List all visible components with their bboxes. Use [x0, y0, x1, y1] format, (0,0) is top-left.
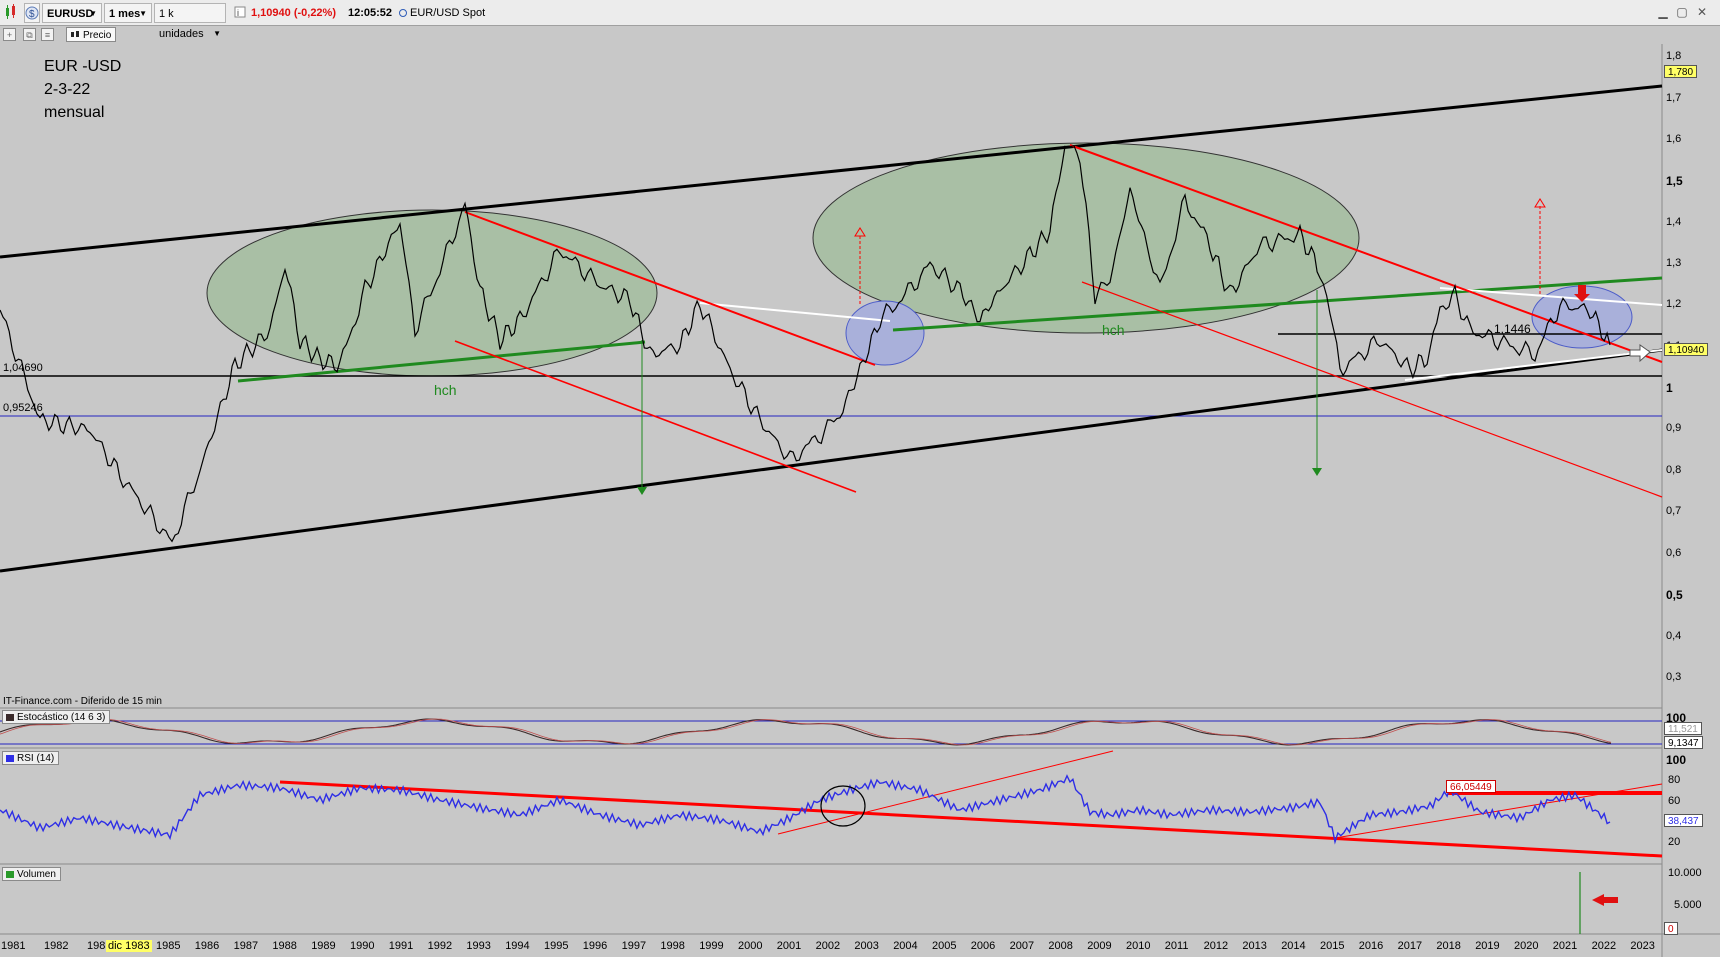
x-axis-label: 1985 — [156, 940, 181, 952]
price-y-label: 1 — [1666, 381, 1673, 395]
price-y-label: 1,4 — [1666, 216, 1682, 228]
price-y-label: 1,3 — [1666, 257, 1682, 269]
rsi-level-box: 66,05449 — [1446, 780, 1496, 793]
price-y-label: 1,6 — [1666, 133, 1682, 145]
x-axis-label: 1994 — [505, 940, 530, 952]
x-axis-label: 2001 — [776, 940, 802, 952]
rsi-title[interactable]: RSI (14) — [2, 751, 60, 765]
white-left-arrow-icon — [1629, 344, 1651, 363]
series-swatch-icon — [6, 755, 14, 762]
price-y-label: 1,8 — [1666, 50, 1682, 62]
price-y-label: 1,5 — [1666, 174, 1683, 188]
price-y-label: 1,2 — [1666, 298, 1682, 310]
current-price-box: 1,10940 — [1664, 343, 1709, 356]
red-left-arrow-icon — [1592, 894, 1618, 906]
stoch-hidden-box: 11,521 — [1664, 722, 1702, 735]
price-y-label: 0,6 — [1666, 547, 1682, 559]
rsi-y-80: 80 — [1668, 774, 1681, 786]
x-axis-label: 1989 — [311, 940, 336, 952]
x-axis-label: 2004 — [893, 940, 918, 952]
level-label-left-2: 0,95246 — [3, 402, 43, 414]
price-y-label: 0,7 — [1666, 505, 1682, 517]
stochastic-title[interactable]: Estocástico (14 6 3) — [2, 710, 111, 724]
x-axis-label: 1990 — [350, 940, 375, 952]
x-axis-label: 1998 — [660, 940, 685, 952]
x-axis-label: 1997 — [621, 940, 647, 952]
level-label-left-1: 1,04690 — [3, 362, 43, 374]
rsi-y-100: 100 — [1666, 753, 1687, 767]
x-axis-label: 2002 — [815, 940, 841, 952]
volume-title[interactable]: Volumen — [2, 867, 61, 881]
x-axis-label: 2018 — [1436, 940, 1461, 952]
stochastic-signal-line — [0, 718, 1612, 746]
x-axis-label: 2017 — [1397, 940, 1423, 952]
chart-canvas[interactable] — [0, 0, 1720, 957]
source-note: IT-Finance.com - Diferido de 15 min — [3, 696, 162, 707]
arrow-head-down-icon — [637, 487, 647, 495]
x-axis-label: 1993 — [466, 940, 491, 952]
hch-label-left: hch — [434, 382, 457, 398]
x-axis-label: 2008 — [1048, 940, 1073, 952]
x-axis-label: 2009 — [1087, 940, 1112, 952]
vol-y-10000: 10.000 — [1668, 867, 1702, 879]
x-axis-label: 2005 — [932, 940, 957, 952]
x-axis-label: 2019 — [1475, 940, 1500, 952]
price-y-label: 0,4 — [1666, 630, 1682, 642]
x-axis-label: 2014 — [1281, 940, 1306, 952]
rsi-y-20: 20 — [1668, 836, 1681, 848]
arrow-head-up-icon — [1534, 198, 1546, 208]
blue-zone-ellipse-left — [845, 300, 925, 366]
x-axis-label: 2007 — [1009, 940, 1035, 952]
vol-y-5000: 5.000 — [1674, 899, 1702, 911]
price-line — [0, 144, 1611, 543]
annotation-title: EUR -USD — [44, 58, 122, 75]
x-axis-label: 2012 — [1203, 940, 1229, 952]
x-axis-label: 2016 — [1358, 940, 1384, 952]
x-axis-label: 2021 — [1552, 940, 1578, 952]
x-axis-label: 1991 — [388, 940, 414, 952]
x-axis-label: 2003 — [854, 940, 879, 952]
x-axis-label: 2015 — [1320, 940, 1345, 952]
x-axis-label: 1992 — [427, 940, 453, 952]
x-axis-label: 2013 — [1242, 940, 1267, 952]
series-swatch-icon — [6, 871, 14, 878]
stochastic-line — [0, 718, 1612, 746]
annotation-timeframe: mensual — [44, 104, 105, 121]
hch-label-right: hch — [1102, 322, 1125, 338]
x-axis-label: dic 1983 — [106, 940, 152, 952]
price-y-label: 0,3 — [1666, 671, 1682, 683]
vol-value-box: 0 — [1664, 922, 1678, 935]
x-axis-label: 1982 — [44, 940, 69, 952]
x-axis-label: 2020 — [1514, 940, 1539, 952]
price-y-label: 0,8 — [1666, 464, 1682, 476]
top-price-box: 1,780 — [1664, 65, 1698, 78]
channel-bottom-line — [0, 348, 1663, 573]
x-axis-label: 1987 — [233, 940, 259, 952]
price-y-label: 0,5 — [1666, 588, 1683, 602]
annotation-date: 2-3-22 — [44, 81, 91, 98]
x-axis-label: 1999 — [699, 940, 724, 952]
x-axis-label: 2000 — [738, 940, 763, 952]
x-axis-label: 1981 — [1, 940, 26, 952]
price-y-label: 1,7 — [1666, 92, 1682, 104]
x-axis-label: 2006 — [970, 940, 996, 952]
arrow-head-down-icon — [1312, 468, 1322, 476]
x-axis-label: 2022 — [1591, 940, 1617, 952]
stoch-value-box: 9,1347 — [1664, 736, 1703, 749]
rsi-value-box: 38,437 — [1664, 814, 1703, 827]
x-axis-label: 1988 — [272, 940, 297, 952]
price-y-label: 0,9 — [1666, 422, 1682, 434]
level-label-mid: 1,1446 — [1494, 322, 1531, 336]
series-swatch-icon — [6, 714, 14, 721]
x-axis-label: 2010 — [1126, 940, 1151, 952]
x-axis-label: 1986 — [194, 940, 220, 952]
x-axis-label: 1995 — [544, 940, 569, 952]
x-axis-label: 2023 — [1630, 940, 1655, 952]
x-axis-label: 1996 — [582, 940, 608, 952]
rsi-y-60: 60 — [1668, 795, 1681, 807]
x-axis-label: 2011 — [1164, 940, 1189, 952]
